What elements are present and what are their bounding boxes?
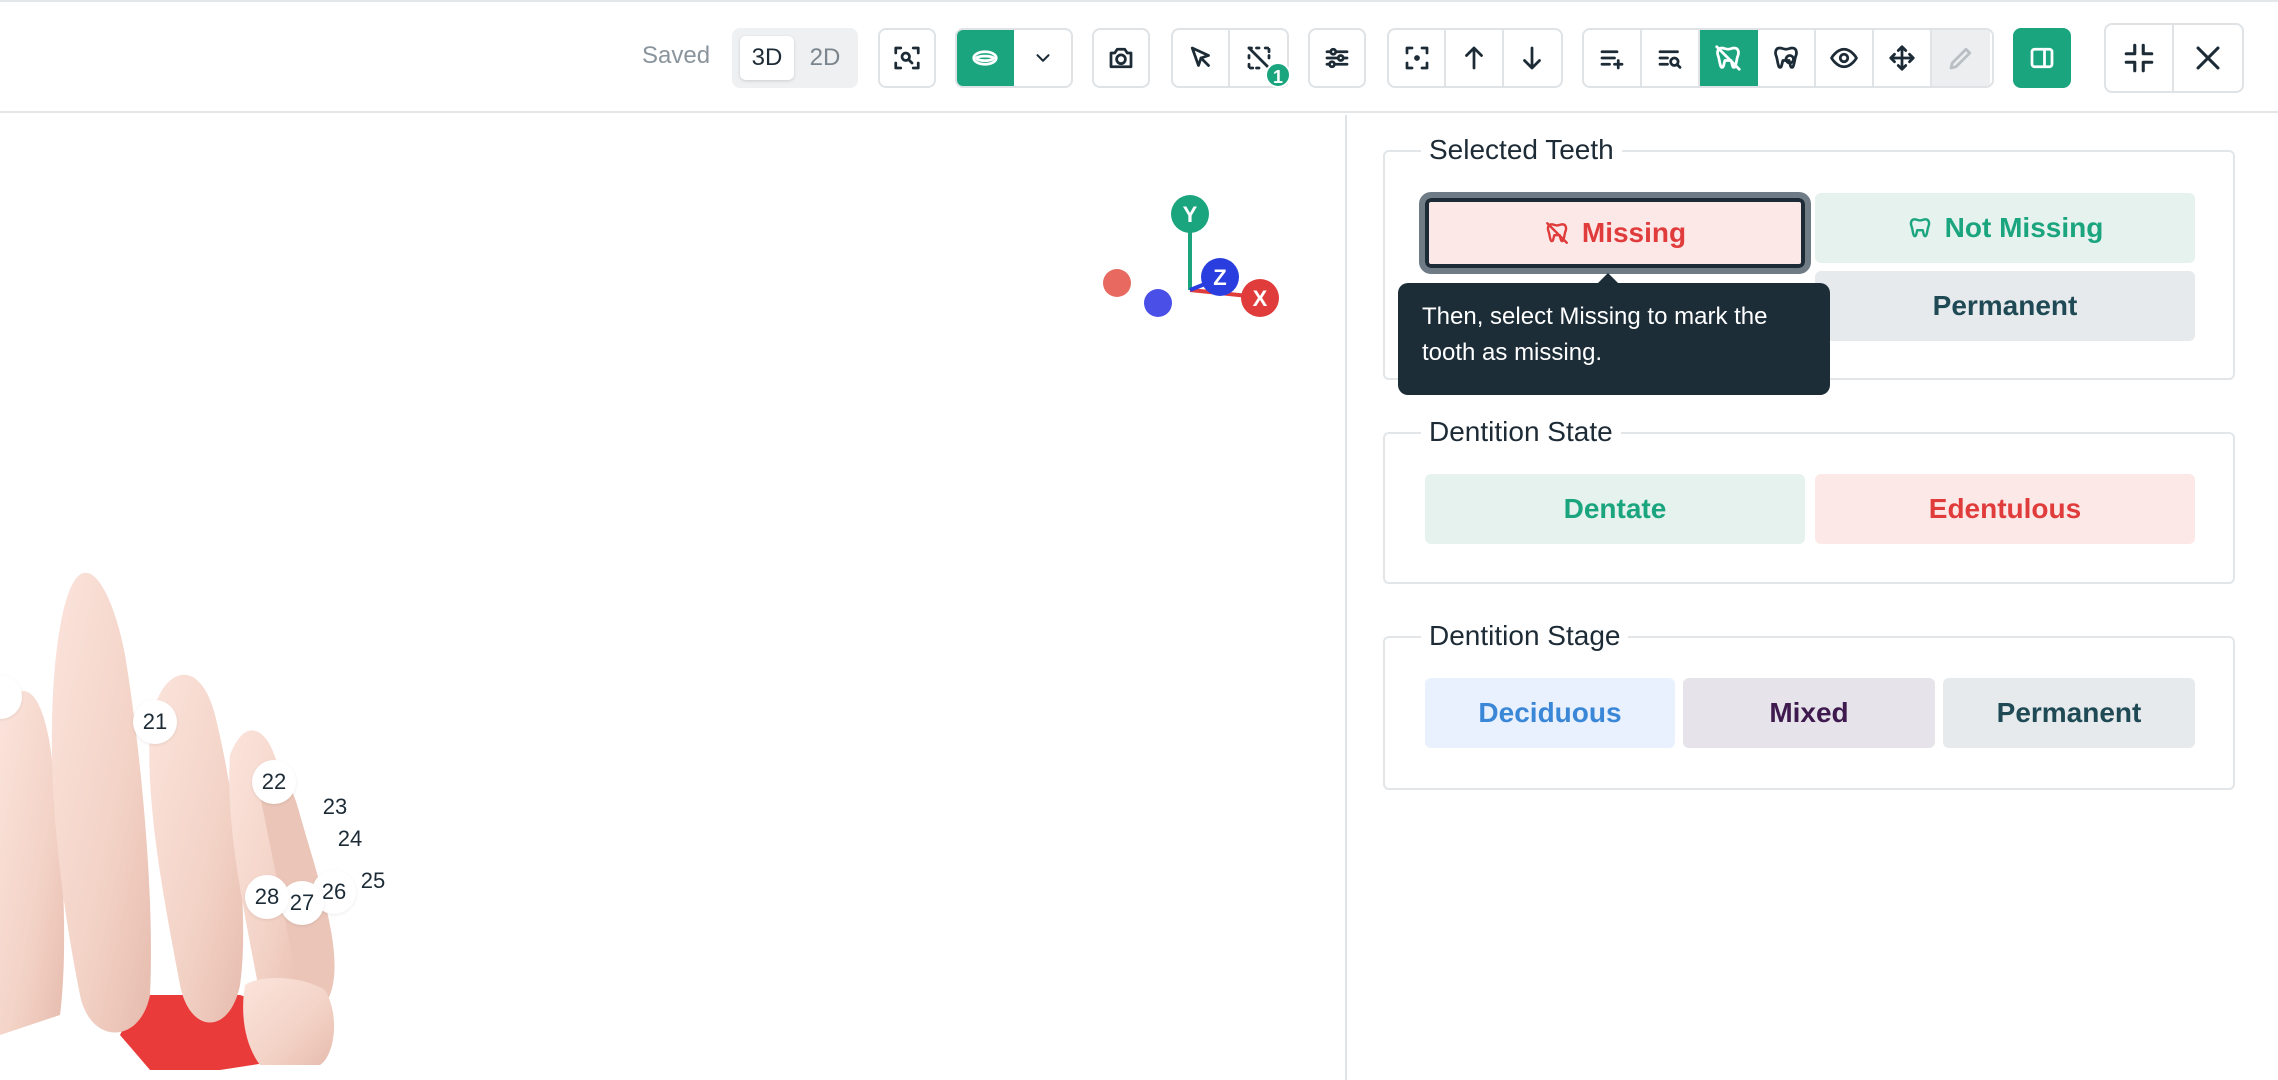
permanent-tooth-label: Permanent bbox=[1932, 290, 2078, 321]
tooth-missing-icon bbox=[1545, 222, 1568, 244]
navigation-group bbox=[1387, 28, 1563, 88]
collapse-icon bbox=[2124, 43, 2154, 73]
teeth-model[interactable] bbox=[0, 515, 420, 1075]
deselect-button[interactable]: 1 bbox=[1230, 30, 1291, 88]
tooth-mark-icon bbox=[1774, 46, 1798, 69]
guide-tooltip: Then, select Missing to mark the tooth a… bbox=[1398, 273, 1830, 395]
move-icon bbox=[1889, 45, 1915, 71]
dentition-state-section: Dentition State Dentate Edentulous bbox=[1383, 414, 2235, 584]
permanent-tooth-button[interactable]: Permanent bbox=[1815, 271, 2195, 341]
visibility-button[interactable] bbox=[1816, 30, 1874, 86]
edit-tool-button[interactable] bbox=[1932, 30, 1990, 86]
tooth-label-28[interactable]: 28 bbox=[245, 875, 289, 919]
select-cursor-icon bbox=[1190, 46, 1210, 67]
zoom-fit-icon bbox=[894, 46, 920, 70]
tooth-missing-icon bbox=[1715, 45, 1741, 71]
top-toolbar: Saved 3D 2D 1 bbox=[0, 0, 2278, 113]
tooltip-text: Then, select Missing to mark the tooth a… bbox=[1422, 303, 1768, 366]
tooth-molars bbox=[243, 978, 335, 1065]
arch-view-button[interactable] bbox=[957, 30, 1015, 86]
dentition-stage-section: Dentition Stage Deciduous Mixed Permanen… bbox=[1383, 618, 2235, 790]
tooth-label-21[interactable]: 21 bbox=[133, 700, 177, 744]
view-mode-2d[interactable]: 2D bbox=[798, 36, 852, 80]
camera-icon bbox=[1109, 47, 1133, 69]
focus-button[interactable] bbox=[1389, 30, 1447, 86]
tooth-mark-button[interactable] bbox=[1758, 30, 1816, 86]
axis-gizmo[interactable]: Y Z X bbox=[1090, 150, 1290, 350]
permanent-stage-label: Permanent bbox=[1996, 697, 2142, 728]
arch-view-dropdown[interactable] bbox=[1014, 30, 1071, 86]
axis-x-label: X bbox=[1253, 286, 1268, 311]
tooth-label-24[interactable]: 24 bbox=[328, 817, 372, 861]
missing-button[interactable]: Missing bbox=[1419, 192, 1811, 274]
tooth-21 bbox=[51, 572, 151, 1033]
missing-tooth-tool-button[interactable] bbox=[1700, 30, 1758, 86]
save-status: Saved bbox=[642, 42, 711, 69]
edentulous-button[interactable]: Edentulous bbox=[1815, 474, 2195, 544]
chevron-down-icon bbox=[1035, 54, 1050, 62]
screenshot-button[interactable] bbox=[1092, 28, 1150, 88]
view-mode-3d[interactable]: 3D bbox=[740, 36, 794, 80]
mixed-label: Mixed bbox=[1769, 697, 1849, 728]
focus-icon bbox=[1405, 46, 1429, 70]
axis-neg-x-handle[interactable] bbox=[1103, 269, 1131, 297]
arch-view-icon bbox=[971, 50, 998, 66]
tooth-label-22[interactable]: 22 bbox=[252, 760, 296, 804]
mixed-button[interactable]: Mixed bbox=[1683, 678, 1935, 748]
deciduous-button[interactable]: Deciduous bbox=[1425, 678, 1675, 748]
tooth-label-25[interactable]: 25 bbox=[351, 859, 395, 903]
dentition-stage-title: Dentition Stage bbox=[1421, 618, 1629, 654]
dentate-label: Dentate bbox=[1563, 493, 1667, 524]
collapse-button[interactable] bbox=[2106, 25, 2175, 91]
tooth-icon bbox=[1909, 218, 1930, 238]
move-tool-button[interactable] bbox=[1874, 30, 1932, 86]
arrow-up-icon bbox=[1465, 46, 1483, 70]
search-list-button[interactable] bbox=[1642, 30, 1700, 86]
panel-toggle-icon bbox=[2030, 47, 2054, 69]
list-search-icon bbox=[1658, 50, 1682, 69]
arrow-down-icon bbox=[1523, 46, 1542, 70]
list-add-icon bbox=[1600, 50, 1624, 70]
axis-neg-z-handle[interactable] bbox=[1144, 289, 1172, 317]
move-down-button[interactable] bbox=[1504, 30, 1561, 86]
pencil-icon bbox=[1949, 47, 1972, 70]
3d-viewport[interactable]: 21 22 23 24 25 26 27 28 Y Z X bbox=[0, 115, 1345, 1080]
eye-icon bbox=[1830, 47, 1858, 69]
settings-sliders-button[interactable] bbox=[1308, 28, 1366, 88]
properties-panel: Selected Teeth Missing Not Missing Perma… bbox=[1345, 115, 2278, 1080]
axis-y-label: Y bbox=[1183, 202, 1198, 227]
axis-z-label: Z bbox=[1213, 265, 1226, 290]
arch-view-group bbox=[955, 28, 1073, 88]
tooth-tools-group bbox=[1582, 28, 1994, 88]
sliders-icon bbox=[1325, 47, 1349, 69]
missing-label: Missing bbox=[1581, 217, 1687, 248]
selection-group: 1 bbox=[1171, 28, 1291, 88]
dentition-state-title: Dentition State bbox=[1421, 414, 1621, 450]
permanent-stage-button[interactable]: Permanent bbox=[1943, 678, 2195, 748]
zoom-fit-button[interactable] bbox=[878, 28, 936, 88]
not-missing-label: Not Missing bbox=[1944, 212, 2104, 243]
selected-teeth-title: Selected Teeth bbox=[1421, 132, 1622, 168]
close-button[interactable] bbox=[2174, 25, 2242, 91]
view-mode-toggle: 3D 2D bbox=[732, 28, 858, 88]
select-tool-button[interactable] bbox=[1173, 30, 1231, 86]
move-up-button[interactable] bbox=[1446, 30, 1504, 86]
selection-count-badge: 1 bbox=[1265, 62, 1291, 88]
deciduous-label: Deciduous bbox=[1478, 697, 1622, 728]
panel-toggle-button[interactable] bbox=[2013, 28, 2071, 88]
edentulous-label: Edentulous bbox=[1928, 493, 2082, 524]
dentate-button[interactable]: Dentate bbox=[1425, 474, 1805, 544]
dental-editor: Saved 3D 2D 1 21 22 23 24 25 26 27 28 Y … bbox=[0, 0, 2278, 1080]
add-list-button[interactable] bbox=[1584, 30, 1642, 86]
close-icon bbox=[2196, 46, 2220, 70]
window-controls bbox=[2104, 23, 2244, 93]
not-missing-button[interactable]: Not Missing bbox=[1815, 193, 2195, 263]
